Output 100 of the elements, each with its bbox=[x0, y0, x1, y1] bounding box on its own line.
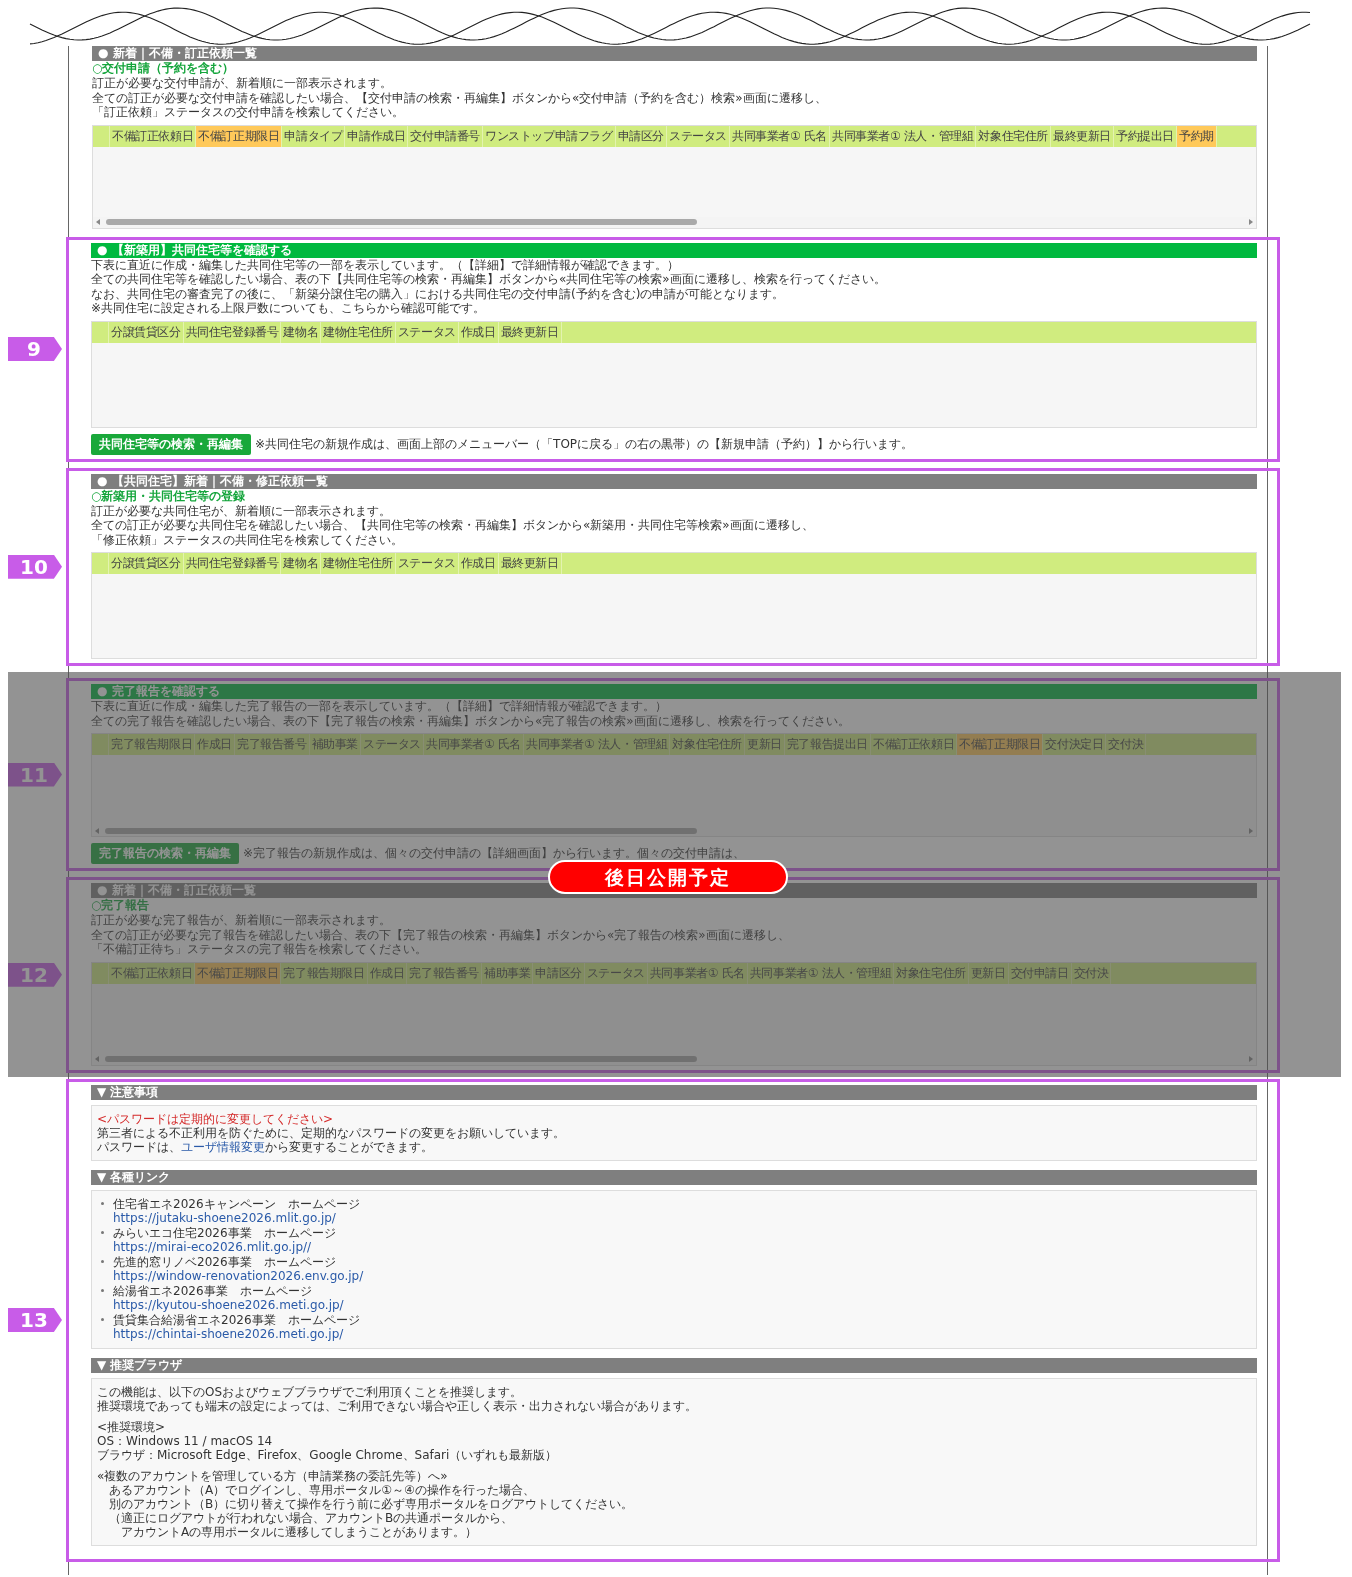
description-text: 下表に直近に作成・編集した共同住宅等の一部を表示しています。（【詳細】で詳細情報が確認できます。） bbox=[91, 257, 680, 272]
description-text: 「不備訂正待ち」ステータスの完了報告を検索してください。 bbox=[91, 942, 428, 957]
column-header: 建物名 bbox=[281, 321, 322, 343]
link-title: 住宅省エネ2026キャンペーン ホームページ bbox=[113, 1196, 360, 1211]
body-text: 推奨環境であっても端末の設定によっては、ご利用できない場合や正しく表示・出力されない場合があります。 bbox=[97, 1398, 698, 1413]
body-text: <推奨環境> bbox=[97, 1419, 167, 1434]
link-title: 給湯省エネ2026事業 ホームページ bbox=[113, 1283, 313, 1298]
left-arrow-icon[interactable] bbox=[95, 827, 99, 834]
column-header: ステータス bbox=[395, 321, 459, 343]
column-header: 交付申請番号 bbox=[408, 125, 484, 147]
body-text: 第三者による不正利用を防ぐために、定期的なパスワードの変更をお願いしています。 bbox=[97, 1125, 566, 1140]
description-text: 訂正が必要な共同住宅が、新着順に一部表示されます。 bbox=[91, 503, 392, 518]
url-link[interactable]: https://kyutou-shoene2026.meti.go.jp/ bbox=[113, 1297, 344, 1312]
scrollbar-thumb[interactable] bbox=[105, 827, 697, 834]
column-header: 共同事業者① 法人・管理組 bbox=[747, 962, 895, 984]
column-header: 建物住宅住所 bbox=[321, 321, 396, 343]
body-text: 別のアカウント（B）に切り替えて操作を行う前に必ず専用ポータルをログアウトしてください。 bbox=[108, 1496, 635, 1511]
section-header: ● 新着｜不備・訂正依頼一覧 bbox=[92, 46, 1257, 61]
section-header: ● 【共同住宅】新着｜不備・修正依頼一覧 bbox=[91, 473, 1257, 489]
body-text: パスワードは、ユーザ情報変更から変更することができます。 bbox=[97, 1139, 434, 1154]
column-header: 完了報告番号 bbox=[407, 962, 483, 984]
bullet-icon bbox=[101, 1201, 104, 1205]
description-text: 下表に直近に作成・編集した完了報告の一部を表示しています。（【詳細】で詳細情報が確認できます。） bbox=[91, 699, 668, 714]
column-header: 作成日 bbox=[458, 321, 499, 343]
body-text: OS：Windows 11 / macOS 14 bbox=[97, 1433, 274, 1448]
step-marker: 10 bbox=[8, 554, 62, 579]
section-header: ▼ 推奨ブラウザ bbox=[91, 1357, 1257, 1373]
description-text: 全ての訂正が必要な完了報告を確認したい場合、表の下【完了報告の検索・再編集】ボタンから«完了報告の検索»画面に遷移し、 bbox=[91, 927, 791, 942]
column-header: 不備訂正期限日 bbox=[196, 125, 283, 147]
column-header: 作成日 bbox=[367, 962, 408, 984]
note-text: ※共同住宅の新規作成は、画面上部のメニューバー（「TOPに戻る」の右の黒帯）の【新規申請（予約）】から行います。 bbox=[255, 435, 914, 453]
section-subtitle: ○新築用・共同住宅等の登録 bbox=[91, 488, 247, 504]
horizontal-scrollbar[interactable] bbox=[92, 825, 1256, 836]
column-header: 不備訂正期限日 bbox=[195, 962, 282, 984]
step-marker: 13 bbox=[8, 1308, 62, 1332]
description-text: 「訂正依頼」ステータスの交付申請を検索してください。 bbox=[92, 105, 405, 120]
column-header: 共同住宅登録番号 bbox=[183, 321, 282, 343]
column-header: 共同事業者① 法人・管理組 bbox=[830, 125, 977, 147]
section-subtitle: ○交付申請（予約を含む） bbox=[92, 61, 236, 76]
column-header: 分譲賃貸区分 bbox=[109, 321, 184, 343]
column-header: 対象住宅住所 bbox=[976, 125, 1052, 147]
column-header: 最終更新日 bbox=[1051, 125, 1115, 147]
description-text: 全ての訂正が必要な交付申請を確認したい場合、【交付申請の検索・再編集】ボタンから«交付申請（予約を含む）検索»画面に遷移し、 bbox=[92, 90, 828, 105]
description-text: ※共同住宅に設定される上限戸数についても、こちらから確認可能です。 bbox=[91, 301, 487, 316]
scrollbar-thumb[interactable] bbox=[105, 1056, 697, 1062]
column-header: 申請区分 bbox=[615, 125, 668, 147]
note-text: ※完了報告の新規作成は、個々の交付申請の【詳細画面】から行います。個々の交付申請は、 bbox=[243, 845, 746, 862]
right-arrow-icon[interactable] bbox=[1249, 219, 1253, 225]
column-header: 補助事業 bbox=[482, 962, 534, 984]
url-link[interactable]: https://mirai-eco2026.mlit.go.jp// bbox=[113, 1239, 336, 1254]
scrollbar-thumb[interactable] bbox=[106, 219, 698, 225]
left-arrow-icon[interactable] bbox=[95, 1056, 99, 1062]
url-link[interactable]: https://chintai-shoene2026.meti.go.jp/ bbox=[113, 1326, 360, 1341]
column-header: 対象住宅住所 bbox=[894, 962, 969, 984]
description-text: 全ての訂正が必要な共同住宅を確認したい場合、【共同住宅等の検索・再編集】ボタンから«新築用・共同住宅等検索»画面に遷移し、 bbox=[91, 518, 815, 533]
section-header: ● 完了報告を確認する bbox=[91, 684, 1257, 699]
column-header: 不備訂正期限日 bbox=[957, 734, 1044, 755]
link-title: みらいエコ住宅2026事業 ホームページ bbox=[113, 1225, 336, 1240]
right-arrow-icon[interactable] bbox=[1249, 1056, 1253, 1062]
description-text: 「修正依頼」ステータスの共同住宅を検索してください。 bbox=[91, 532, 404, 547]
body-text: この機能は、以下のOSおよびウェブブラウザでご利用頂くことを推奨します。 bbox=[97, 1384, 524, 1399]
bullet-icon bbox=[101, 1288, 104, 1292]
description-text: 訂正が必要な交付申請が、新着順に一部表示されます。 bbox=[92, 76, 393, 91]
step-marker: 11 bbox=[8, 762, 62, 787]
link-title: 賃貸集合給湯省エネ2026事業 ホームページ bbox=[113, 1312, 360, 1327]
body-text: アカウントAの専用ポータルに遷移してしまうことがあります。） bbox=[120, 1524, 479, 1539]
section-header: ● 【新築用】共同住宅等を確認する bbox=[91, 242, 1257, 258]
column-header: 共同事業者① 氏名 bbox=[647, 962, 748, 984]
column-header: 予約期 bbox=[1177, 125, 1217, 147]
description-text: 訂正が必要な完了報告が、新着順に一部表示されます。 bbox=[91, 913, 392, 928]
description-text: なお、共同住宅の審査完了の後に、「新築分譲住宅の購入」における共同住宅の交付申請(予約を含む)の申請が可能となります。 bbox=[91, 286, 786, 301]
column-header: 最終更新日 bbox=[498, 321, 562, 343]
url-link[interactable]: https://window-renovation2026.env.go.jp/ bbox=[113, 1268, 364, 1283]
column-header: 完了報告期限日 bbox=[281, 962, 368, 984]
horizontal-scrollbar[interactable] bbox=[93, 216, 1256, 228]
bullet-icon bbox=[101, 1259, 104, 1263]
warning-text: <パスワードは定期的に変更してください> bbox=[97, 1111, 335, 1126]
column-header: ステータス bbox=[667, 125, 731, 147]
right-arrow-icon[interactable] bbox=[1249, 827, 1253, 834]
column-header: 申請作成日 bbox=[345, 125, 409, 147]
column-header: 申請タイプ bbox=[282, 125, 346, 147]
column-header: 共同事業者① 氏名 bbox=[730, 125, 831, 147]
step-marker: 12 bbox=[8, 962, 62, 987]
body-text: ブラウザ：Microsoft Edge、Firefox、Google Chrome、Safari（いずれも最新版） bbox=[97, 1447, 559, 1462]
description-text: 全ての完了報告を確認したい場合、表の下【完了報告の検索・再編集】ボタンから«完了報告の検索»画面に遷移し、検索を行ってください。 bbox=[91, 713, 851, 728]
section-subtitle: ○完了報告 bbox=[91, 898, 151, 913]
bullet-icon bbox=[101, 1230, 104, 1234]
body-text: あるアカウント（A）でログインし、専用ポータル①～④の操作を行った場合、 bbox=[108, 1482, 536, 1497]
section-header: ▼ 各種リンク bbox=[91, 1169, 1257, 1185]
bullet-icon bbox=[101, 1317, 104, 1321]
column-header: ワンストップ申請フラグ bbox=[483, 125, 616, 147]
coming-soon-badge: 後日公開予定 bbox=[548, 860, 788, 895]
horizontal-scrollbar[interactable] bbox=[92, 1053, 1256, 1065]
left-arrow-icon[interactable] bbox=[96, 219, 100, 225]
body-text: （適正にログアウトが行われない場合、アカウントBの共通ポータルから、 bbox=[108, 1510, 515, 1525]
url-link[interactable]: https://jutaku-shoene2026.mlit.go.jp/ bbox=[113, 1210, 360, 1225]
column-header: 更新日 bbox=[968, 962, 1009, 984]
link-title: 先進的窓リノベ2026事業 ホームページ bbox=[113, 1254, 337, 1269]
section-header: ▼ 注意事項 bbox=[91, 1084, 1257, 1100]
user-info-link[interactable]: ユーザ情報変更 bbox=[181, 1139, 265, 1154]
